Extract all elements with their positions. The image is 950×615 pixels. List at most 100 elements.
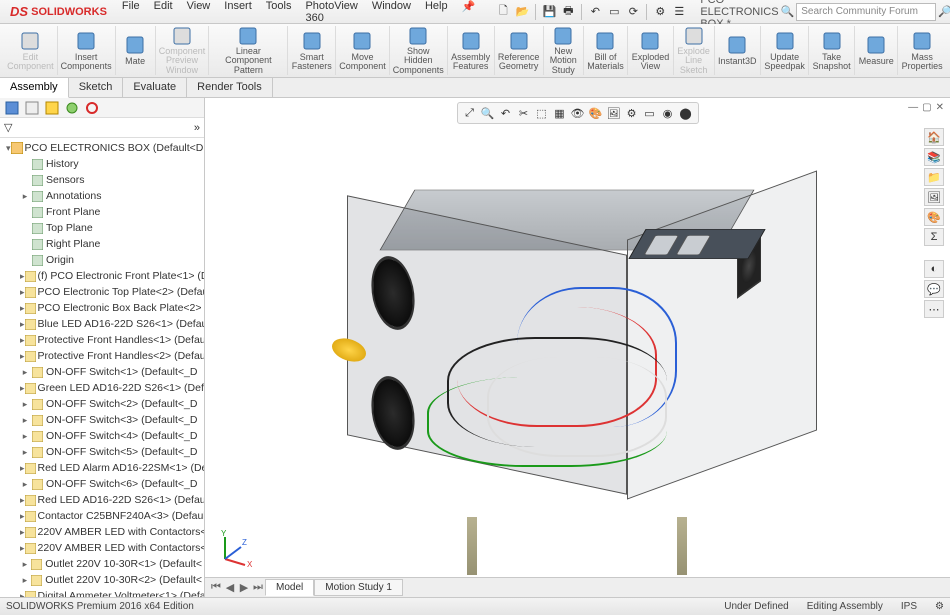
- ribbon-motion-study[interactable]: New Motion Study: [544, 26, 584, 75]
- flyout-expand-icon[interactable]: »: [194, 122, 200, 134]
- design-library-icon[interactable]: 📚: [924, 148, 944, 166]
- tab-sketch[interactable]: Sketch: [69, 78, 124, 97]
- ribbon-measure[interactable]: Measure: [855, 26, 898, 75]
- expand-icon[interactable]: ▸: [20, 191, 30, 202]
- expand-icon[interactable]: ▸: [20, 399, 30, 410]
- expand-icon[interactable]: ▸: [20, 367, 30, 378]
- tab-nav-prev-icon[interactable]: ◀: [223, 581, 237, 594]
- display-manager-tab-icon[interactable]: [84, 100, 100, 116]
- tab-nav-next-icon[interactable]: ▶: [237, 581, 251, 594]
- expand-icon[interactable]: ▸: [20, 415, 30, 426]
- tree-component-item[interactable]: ▸Outlet 220V 10-30R<1> (Default<: [16, 556, 204, 572]
- tree-component-item[interactable]: ▸220V AMBER LED with Contactors<1> (De: [16, 524, 204, 540]
- search-input[interactable]: Search Community Forum: [796, 3, 936, 21]
- tree-item[interactable]: Origin: [16, 252, 204, 268]
- ribbon-speedpak[interactable]: Update Speedpak: [761, 26, 809, 75]
- view-palette-icon[interactable]: 🖼: [924, 188, 944, 206]
- model-viewport[interactable]: [211, 118, 922, 575]
- search-icon[interactable]: 🔍: [781, 5, 795, 18]
- tree-item[interactable]: Top Plane: [16, 220, 204, 236]
- filter-icon[interactable]: ▽: [4, 121, 12, 134]
- tree-component-item[interactable]: ▸ON-OFF Switch<1> (Default<_D: [16, 364, 204, 380]
- tree-component-item[interactable]: ▸Protective Front Handles<2> (Default<: [16, 348, 204, 364]
- tree-component-item[interactable]: ▸Red LED AD16-22D S26<1> (Default<: [16, 492, 204, 508]
- select-icon[interactable]: ▭: [605, 3, 623, 21]
- tree-component-item[interactable]: ▸PCO Electronic Box Back Plate<2> (Defau: [16, 300, 204, 316]
- forum-tab-icon[interactable]: 💬: [924, 280, 944, 298]
- tree-component-item[interactable]: ▸Digital Ammeter Voltmeter<1> (Default<: [16, 588, 204, 597]
- expand-icon[interactable]: ▸: [20, 575, 30, 586]
- property-manager-tab-icon[interactable]: [24, 100, 40, 116]
- tab-render-tools[interactable]: Render Tools: [187, 78, 273, 97]
- tree-item[interactable]: Sensors: [16, 172, 204, 188]
- settings-icon[interactable]: ☰: [670, 3, 688, 21]
- expand-icon[interactable]: ▸: [20, 431, 30, 442]
- expand-icon[interactable]: ▸: [20, 559, 30, 570]
- motion-study-tab[interactable]: Motion Study 1: [314, 579, 403, 596]
- model-tab[interactable]: Model: [265, 579, 314, 596]
- tree-item[interactable]: Front Plane: [16, 204, 204, 220]
- tree-item[interactable]: ▸Annotations: [16, 188, 204, 204]
- tree-component-item[interactable]: ▸Red LED Alarm AD16-22SM<1> (Default<<: [16, 460, 204, 476]
- ribbon-snapshot[interactable]: Take Snapshot: [809, 26, 855, 75]
- feature-tree-tab-icon[interactable]: [4, 100, 20, 116]
- tree-item[interactable]: Right Plane: [16, 236, 204, 252]
- rebuild-icon[interactable]: ⟳: [624, 3, 642, 21]
- undo-icon[interactable]: ↶: [586, 3, 604, 21]
- ribbon-insert-components[interactable]: Insert Components: [58, 26, 116, 75]
- expand-icon[interactable]: ▸: [20, 447, 30, 458]
- tree-component-item[interactable]: ▸(f) PCO Electronic Front Plate<1> (Defa…: [16, 268, 204, 284]
- mdi-minimize-icon[interactable]: —: [908, 102, 918, 113]
- open-doc-icon[interactable]: 📂: [513, 3, 531, 21]
- ribbon-mass-properties[interactable]: Mass Properties: [898, 26, 946, 75]
- status-units[interactable]: IPS: [901, 601, 917, 612]
- dimxpert-tab-icon[interactable]: [64, 100, 80, 116]
- tab-evaluate[interactable]: Evaluate: [123, 78, 187, 97]
- file-explorer-icon[interactable]: 📁: [924, 168, 944, 186]
- tree-component-item[interactable]: ▸Outlet 220V 10-30R<2> (Default<: [16, 572, 204, 588]
- print-icon[interactable]: 🖶: [559, 3, 577, 21]
- tab-assembly[interactable]: Assembly: [0, 78, 69, 98]
- options-icon[interactable]: ⚙: [651, 3, 669, 21]
- ribbon-bom[interactable]: Bill of Materials: [584, 26, 629, 75]
- ribbon-linear-pattern[interactable]: Linear Component Pattern: [209, 26, 288, 75]
- ribbon-exploded-view[interactable]: Exploded View: [628, 26, 673, 75]
- graphics-area[interactable]: — ▢ ✕ ⤢ 🔍 ↶ ✂ ⬚ ▦ 👁 🎨 🖼 ⚙ ▭ ◉ ⬤ 🏠 📚 📁 🖼 …: [205, 98, 950, 597]
- ribbon-assembly-features[interactable]: Assembly Features: [448, 26, 495, 75]
- save-icon[interactable]: 💾: [540, 3, 558, 21]
- tree-component-item[interactable]: ▸Green LED AD16-22D S26<1> (Default<: [16, 380, 204, 396]
- ribbon-reference-geometry[interactable]: Reference Geometry: [495, 26, 544, 75]
- ribbon-instant3d[interactable]: Instant3D: [715, 26, 761, 75]
- tree-component-item[interactable]: ▸ON-OFF Switch<3> (Default<_D: [16, 412, 204, 428]
- tab-nav-last-icon[interactable]: ⏭: [251, 581, 265, 594]
- new-doc-icon[interactable]: 🗋: [494, 3, 512, 21]
- expand-icon[interactable]: ▸: [20, 479, 30, 490]
- ribbon-show-hidden[interactable]: Show Hidden Components: [390, 26, 448, 75]
- view-triad[interactable]: X Y Z: [215, 529, 255, 569]
- tree-component-item[interactable]: ▸ON-OFF Switch<2> (Default<_D: [16, 396, 204, 412]
- sw-resources-icon[interactable]: 🏠: [924, 128, 944, 146]
- tree-item[interactable]: History: [16, 156, 204, 172]
- tree-component-item[interactable]: ▸ON-OFF Switch<6> (Default<_D: [16, 476, 204, 492]
- ribbon-smart-fasteners[interactable]: Smart Fasteners: [288, 26, 336, 75]
- status-options-icon[interactable]: ⚙: [935, 601, 944, 612]
- tree-component-item[interactable]: ▸Contactor C25BNF240A<3> (Default<: [16, 508, 204, 524]
- mdi-close-icon[interactable]: ✕: [936, 102, 944, 113]
- ribbon-mate[interactable]: Mate: [116, 26, 156, 75]
- tree-component-item[interactable]: ▸Protective Front Handles<1> (Default<: [16, 332, 204, 348]
- custom-props-icon[interactable]: Σ: [924, 228, 944, 246]
- tree-component-item[interactable]: ▸Blue LED AD16-22D S26<1> (Default<: [16, 316, 204, 332]
- tree-component-item[interactable]: ▸ON-OFF Switch<4> (Default<_D: [16, 428, 204, 444]
- tree-component-item[interactable]: ▸220V AMBER LED with Contactors<2> (De: [16, 540, 204, 556]
- mdi-maximize-icon[interactable]: ▢: [922, 102, 931, 113]
- tab-nav-first-icon[interactable]: ⏮: [209, 581, 223, 594]
- more-tab-icon[interactable]: ⋯: [924, 300, 944, 318]
- ribbon-move-component[interactable]: Move Component: [336, 26, 390, 75]
- appearances-icon[interactable]: 🎨: [924, 208, 944, 226]
- config-manager-tab-icon[interactable]: [44, 100, 60, 116]
- pv360-tab-icon[interactable]: ◐: [924, 260, 944, 278]
- feature-tree[interactable]: ▾ PCO ELECTRONICS BOX (Default<Display S…: [0, 138, 204, 597]
- tree-root-assembly[interactable]: ▾ PCO ELECTRONICS BOX (Default<Display S…: [2, 140, 204, 156]
- tree-component-item[interactable]: ▸PCO Electronic Top Plate<2> (Default<: [16, 284, 204, 300]
- tree-component-item[interactable]: ▸ON-OFF Switch<5> (Default<_D: [16, 444, 204, 460]
